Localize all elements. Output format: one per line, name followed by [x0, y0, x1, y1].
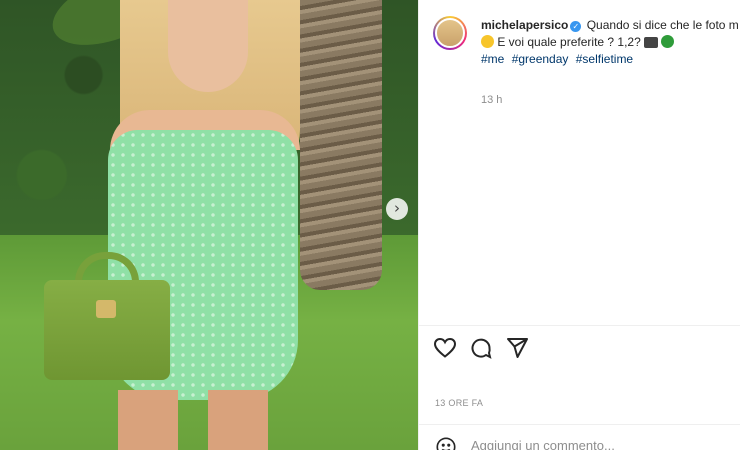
- comment-icon[interactable]: [469, 336, 495, 362]
- divider: [419, 424, 740, 425]
- handbag-lock: [96, 300, 116, 318]
- caption-second-line: E voi quale preferite ? 1,2?: [497, 35, 641, 49]
- laughing-emoji-icon: [481, 35, 494, 48]
- hashtags: #me #greenday #selfietime: [481, 51, 740, 68]
- comment-row: [433, 434, 733, 450]
- clover-emoji-icon: [661, 35, 675, 48]
- caption-line-2: E voi quale preferite ? 1,2?: [481, 34, 740, 51]
- caption-first-line: Quando si dice che le foto m: [586, 18, 739, 32]
- verified-badge-icon: ✓: [570, 21, 582, 32]
- post-photo[interactable]: ›: [0, 0, 418, 450]
- chevron-right-icon[interactable]: ›: [386, 198, 408, 220]
- post-timestamp[interactable]: 13 ORE FA: [435, 398, 483, 408]
- legs: [118, 390, 268, 450]
- divider: [419, 325, 740, 326]
- post-sidebar: michelapersico ✓ Quando si dice che le fo…: [418, 0, 740, 450]
- share-icon[interactable]: [505, 336, 531, 362]
- caption-time[interactable]: 13 h: [481, 94, 502, 106]
- camera-emoji-icon: [644, 37, 659, 48]
- smiley-icon[interactable]: [435, 436, 457, 450]
- comment-input[interactable]: [471, 438, 711, 450]
- username-link[interactable]: michelapersico: [481, 18, 568, 32]
- hashtag-link[interactable]: #me: [481, 52, 504, 66]
- green-handbag: [44, 280, 170, 380]
- avatar[interactable]: [433, 16, 467, 50]
- hashtag-link[interactable]: #greenday: [512, 52, 569, 66]
- caption-line-1: michelapersico ✓ Quando si dice che le fo…: [481, 17, 740, 34]
- face: [168, 0, 248, 92]
- heart-icon[interactable]: [433, 336, 459, 362]
- palm-trunk: [300, 0, 382, 290]
- avatar-image: [435, 18, 465, 48]
- caption-text: michelapersico ✓ Quando si dice che le fo…: [481, 17, 740, 68]
- hashtag-link[interactable]: #selfietime: [576, 52, 633, 66]
